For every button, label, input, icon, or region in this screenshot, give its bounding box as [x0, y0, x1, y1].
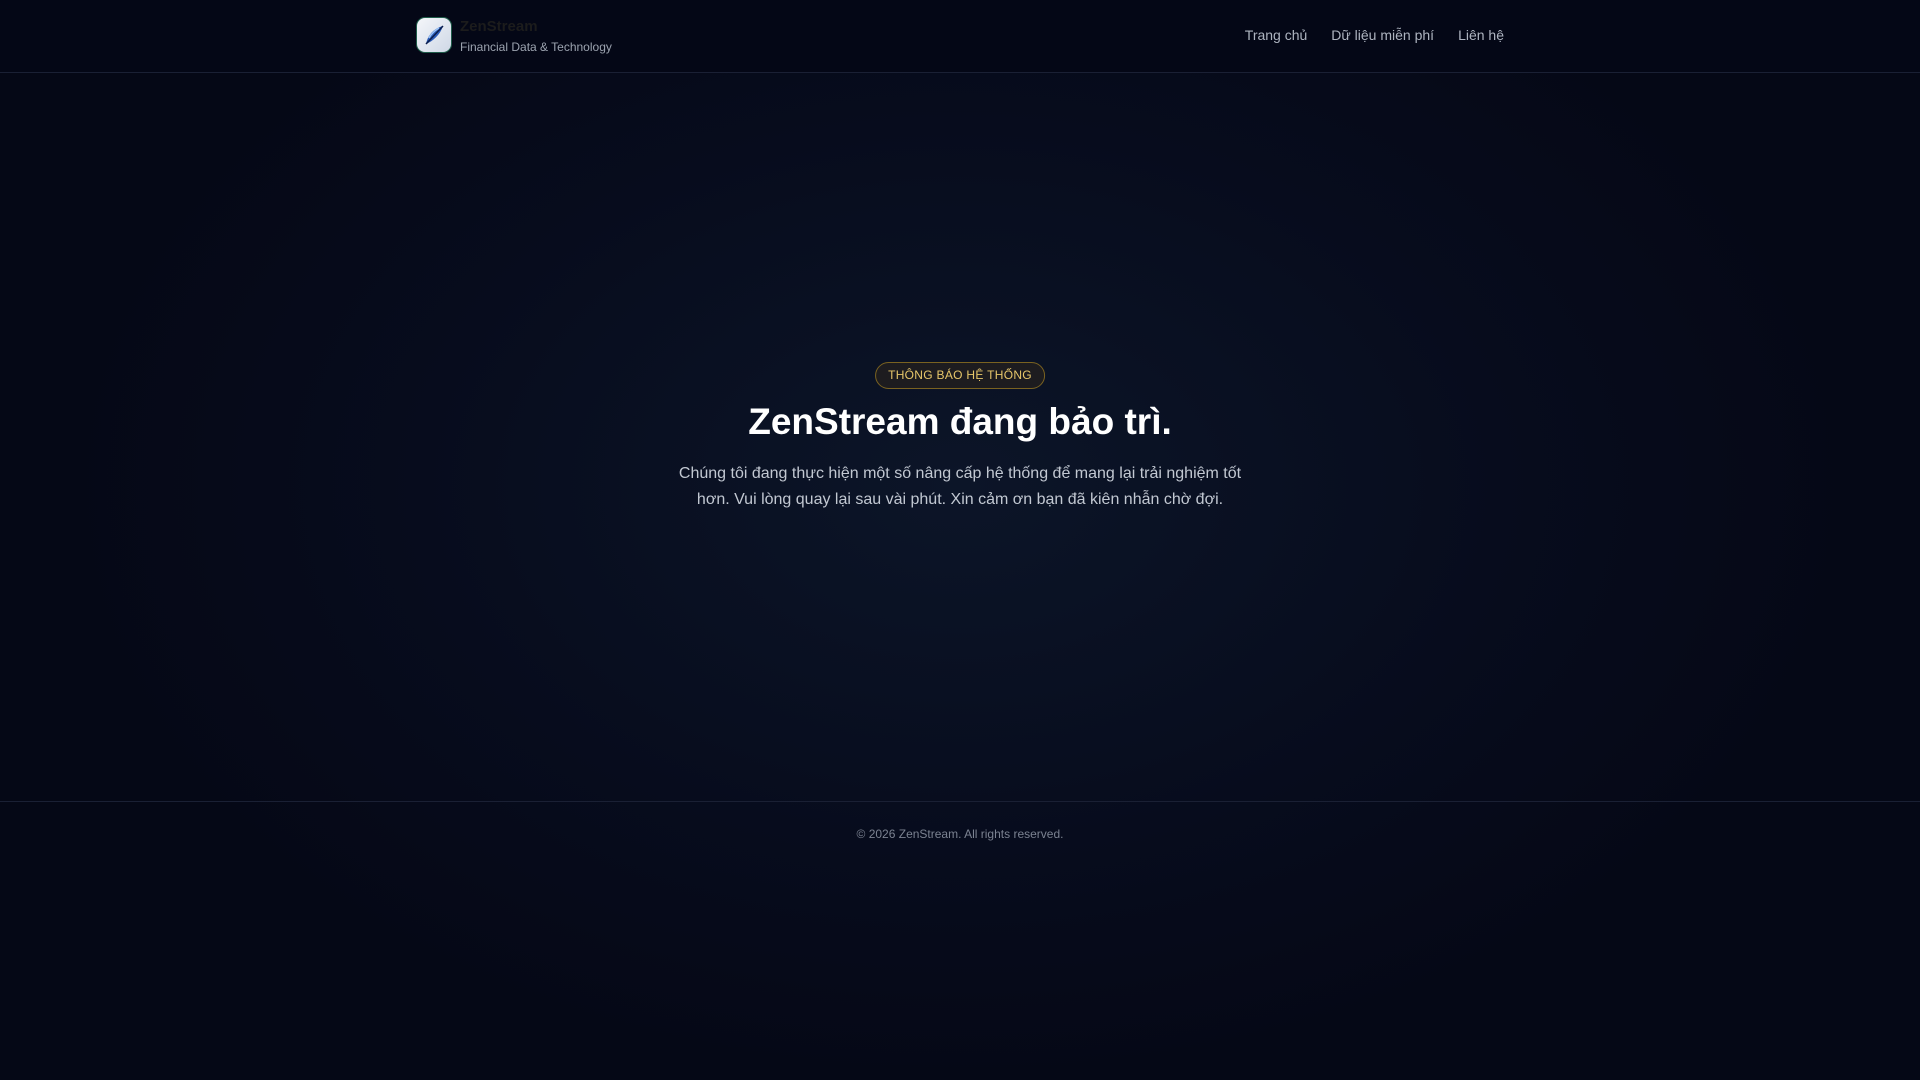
site-header: ZenStream Financial Data & Technology Tr…	[0, 0, 1920, 73]
copyright: © 2026 ZenStream. All rights reserved.	[856, 827, 1064, 841]
brand-tagline: Financial Data & Technology	[460, 40, 612, 54]
nav-contact[interactable]: Liên hệ	[1458, 27, 1504, 43]
nav-free-data[interactable]: Dữ liệu miễn phí	[1331, 27, 1434, 43]
maintenance-content: THÔNG BÁO HỆ THỐNG ZenStream đang bảo tr…	[0, 73, 1920, 801]
nav-home[interactable]: Trang chủ	[1245, 27, 1308, 43]
maintenance-message: Chúng tôi đang thực hiện một số nâng cấp…	[678, 465, 1242, 508]
logo-icon[interactable]	[416, 17, 452, 53]
main-nav: Trang chủ Dữ liệu miễn phí Liên hệ	[1245, 27, 1504, 43]
brand-name[interactable]: ZenStream	[460, 18, 538, 35]
page-title: ZenStream đang bảo trì.	[748, 401, 1172, 442]
system-notice-badge: THÔNG BÁO HỆ THỐNG	[875, 362, 1045, 389]
site-footer: © 2026 ZenStream. All rights reserved.	[0, 801, 1920, 1080]
